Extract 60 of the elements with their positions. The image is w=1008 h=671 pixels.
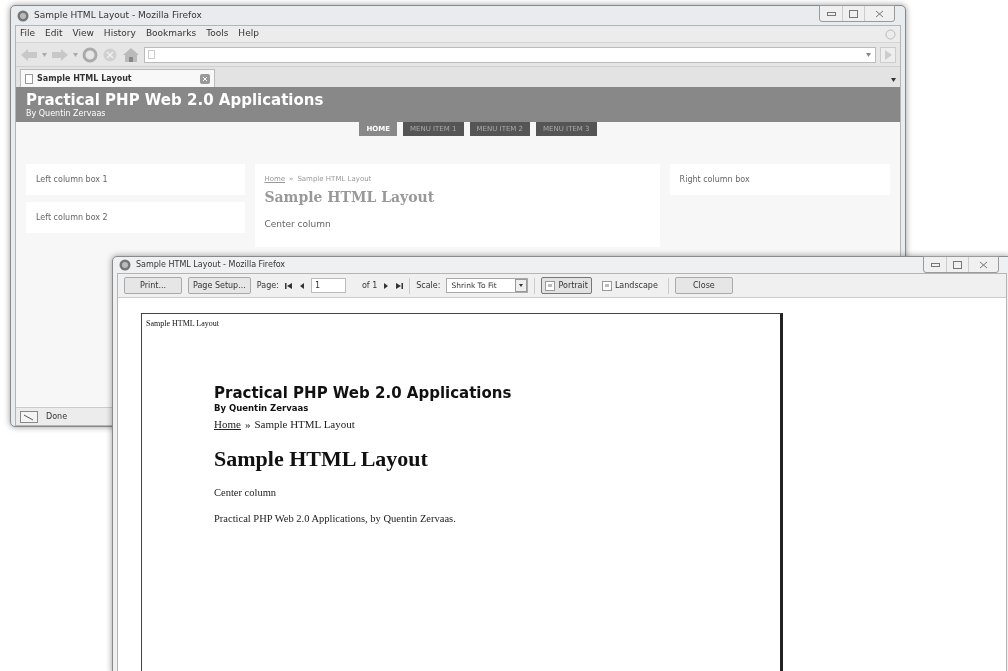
- site-byline: By Quentin Zervaas: [26, 108, 107, 119]
- status-text: Done: [46, 410, 68, 423]
- close-tab-icon[interactable]: [200, 73, 210, 84]
- page-icon: [148, 50, 155, 59]
- menu-item[interactable]: Help: [238, 27, 259, 41]
- menu-item[interactable]: History: [103, 27, 136, 41]
- first-page-icon[interactable]: [284, 281, 293, 290]
- page-heading: Sample HTML Layout: [264, 187, 436, 207]
- next-page-icon[interactable]: [383, 281, 390, 290]
- landscape-icon: [601, 280, 612, 291]
- last-page-icon[interactable]: [395, 281, 404, 290]
- box-label: Right column box: [679, 173, 750, 186]
- breadcrumb-separator: »: [244, 416, 251, 432]
- menu-item[interactable]: Tools: [206, 27, 229, 41]
- portrait-icon: [545, 280, 556, 291]
- orientation-button[interactable]: Landscape: [597, 277, 662, 294]
- address-field[interactable]: [144, 46, 876, 63]
- maximize-icon: [953, 260, 962, 269]
- previous-page-icon[interactable]: [298, 281, 305, 290]
- print-button[interactable]: Print...: [124, 277, 182, 294]
- page-number-field[interactable]: 1: [310, 278, 346, 293]
- page-count: of 1: [361, 279, 378, 292]
- page-heading: Sample HTML Layout: [214, 445, 429, 474]
- site-byline: By Quentin Zervaas: [214, 402, 310, 415]
- paragraph: Center column: [214, 486, 278, 501]
- menu-item[interactable]: View: [72, 27, 94, 41]
- window-title: Sample HTML Layout - Mozilla Firefox: [136, 259, 286, 271]
- body-text: Center column: [264, 217, 332, 231]
- breadcrumb-current: Sample HTML Layout: [254, 416, 355, 432]
- minimize-icon: [930, 262, 940, 267]
- site-title: Practical PHP Web 2.0 Applications: [26, 90, 325, 109]
- site-title: Practical PHP Web 2.0 Applications: [214, 384, 513, 402]
- window-title: Sample HTML Layout - Mozilla Firefox: [34, 8, 202, 22]
- minimize-icon: [826, 11, 836, 16]
- page-icon: [25, 73, 33, 84]
- reload-icon[interactable]: [82, 46, 98, 63]
- home-link[interactable]: Home: [214, 415, 241, 433]
- dropdown-icon[interactable]: [866, 52, 871, 57]
- browser-tab[interactable]: Sample HTML Layout: [20, 69, 215, 87]
- page-setup-button[interactable]: Page Setup...: [188, 277, 251, 294]
- maximize-icon: [849, 9, 858, 18]
- menu-item[interactable]: File: [20, 27, 36, 41]
- box-label: Left column box 1: [36, 173, 108, 186]
- close-icon: [979, 260, 988, 269]
- tab-list-icon[interactable]: [891, 78, 896, 82]
- menu-item[interactable]: Bookmarks: [145, 27, 197, 41]
- menu-item[interactable]: Edit: [45, 27, 63, 41]
- page-header: Sample HTML Layout: [146, 318, 221, 330]
- dropdown-icon[interactable]: [73, 52, 78, 57]
- box-label: Left column box 2: [36, 211, 108, 224]
- home-icon[interactable]: [122, 46, 140, 63]
- dropdown-icon[interactable]: [42, 52, 47, 57]
- close-icon: [875, 9, 884, 18]
- throbber-icon: [885, 28, 896, 40]
- page-label: Page:: [256, 279, 279, 292]
- dropdown-icon: [515, 279, 528, 292]
- orientation-button[interactable]: Portrait: [541, 277, 592, 294]
- close-button[interactable]: Close: [674, 277, 733, 294]
- paragraph: Practical PHP Web 2.0 Applications, by Quentin Zervaas.: [214, 512, 457, 526]
- scale-label: Scale:: [416, 279, 441, 292]
